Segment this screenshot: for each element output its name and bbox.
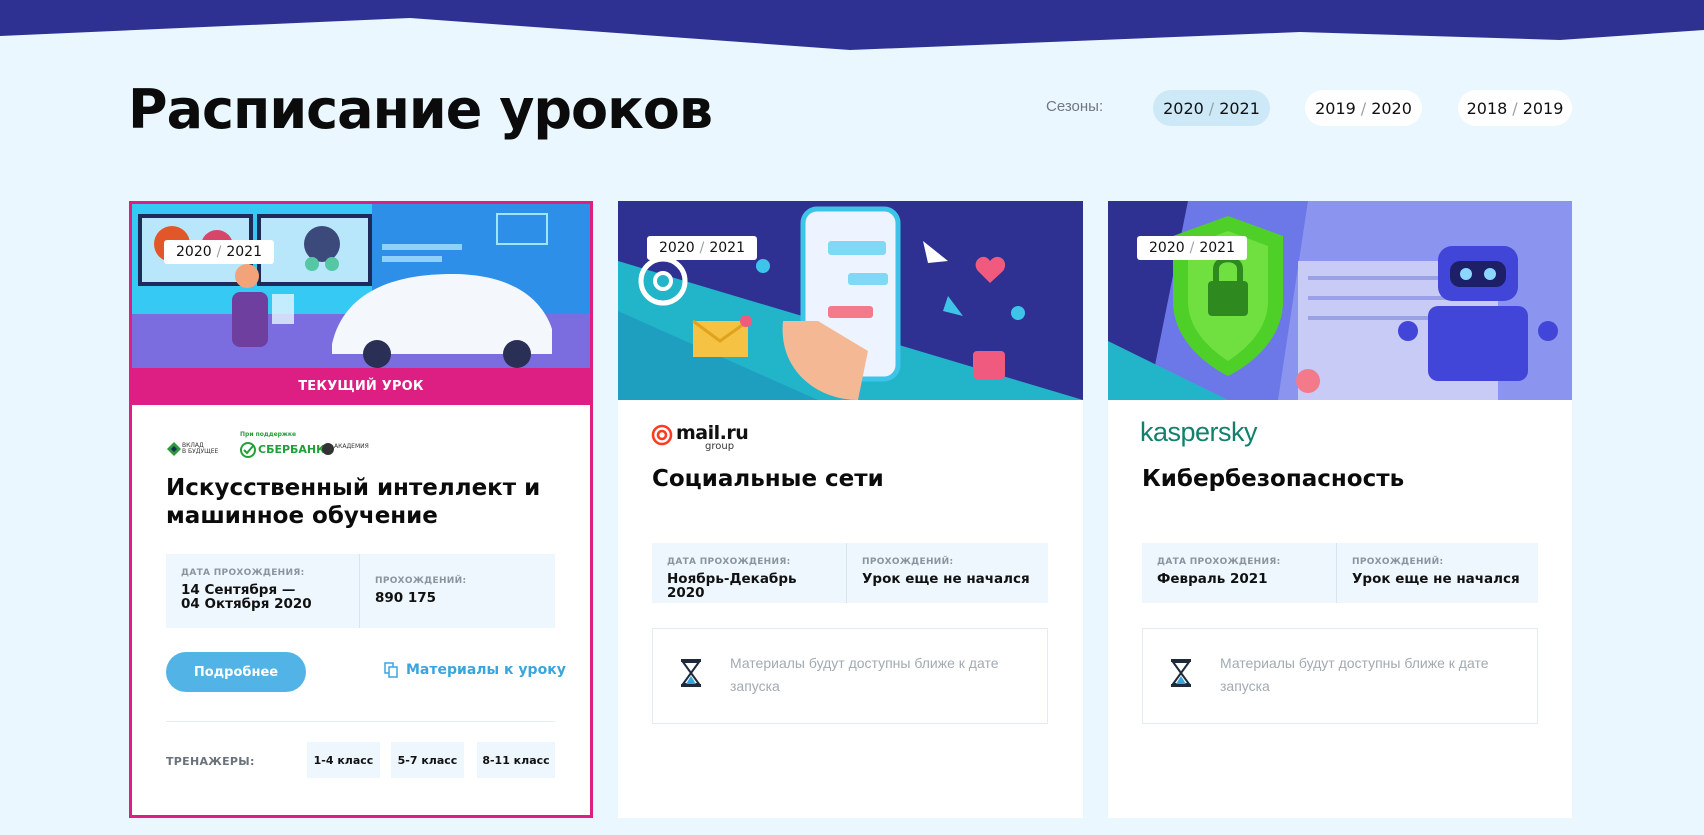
- lesson-card-cyber[interactable]: 2020/2021 kaspersky Кибербезопасность ДА…: [1108, 201, 1572, 818]
- lesson-illustration-ai: [132, 204, 590, 368]
- lesson-info-box: ДАТА ПРОХОЖДЕНИЯ: Февраль 2021 ПРОХОЖДЕН…: [1142, 543, 1538, 603]
- lesson-illustration-social: [618, 201, 1083, 400]
- lesson-title: Социальные сети: [652, 466, 884, 492]
- academy-logo-text: АКАДЕМИЯ: [334, 443, 369, 450]
- hourglass-icon: [681, 659, 701, 687]
- mailru-logo-subtext: group: [705, 441, 735, 452]
- date-label: ДАТА ПРОХОЖДЕНИЯ:: [181, 568, 305, 578]
- date-value-line1: 14 Сентября —: [181, 582, 296, 598]
- date-column: ДАТА ПРОХОЖДЕНИЯ: Февраль 2021: [1142, 543, 1337, 603]
- passes-label: ПРОХОЖДЕНИЙ:: [1352, 557, 1444, 567]
- date-value: Февраль 2021: [1157, 571, 1268, 587]
- kaspersky-logo: kaspersky: [1140, 417, 1258, 447]
- mailru-logo: mail.ru group: [650, 421, 750, 453]
- lesson-card-ai[interactable]: 2020/2021 ТЕКУЩИЙ УРОК ВКЛАД В БУДУЩЕЕ Пр…: [129, 201, 593, 818]
- date-column: ДАТА ПРОХОЖДЕНИЯ: 14 Сентября — 04 Октяб…: [166, 554, 360, 628]
- date-value-line2: 04 Октября 2020: [181, 596, 312, 612]
- current-lesson-bar: ТЕКУЩИЙ УРОК: [132, 368, 590, 405]
- season-badge: 2020/2021: [164, 240, 274, 264]
- passes-column: ПРОХОЖДЕНИЙ: Урок еще не начался: [1337, 543, 1535, 603]
- date-label: ДАТА ПРОХОЖДЕНИЯ:: [667, 557, 791, 567]
- sber-logo-text: СБЕРБАНК: [258, 443, 326, 456]
- page-title: Расписание уроков: [128, 78, 713, 141]
- sber-logo-icon: [240, 442, 256, 458]
- materials-pending-box: Материалы будут доступны ближе к дате за…: [1142, 628, 1538, 724]
- date-value: Ноябрь-Декабрь 2020: [667, 571, 797, 601]
- materials-pending-text: Материалы будут доступны ближе к дате за…: [1220, 655, 1489, 694]
- passes-label: ПРОХОЖДЕНИЙ:: [862, 557, 954, 567]
- more-details-button[interactable]: Подробнее: [166, 652, 306, 692]
- lesson-title: Искусственный интеллект и машинное обуче…: [166, 475, 541, 529]
- passes-value: 890 175: [375, 590, 437, 606]
- lesson-card-social[interactable]: 2020/2021 mail.ru group Социальные сети …: [618, 201, 1083, 818]
- date-label: ДАТА ПРОХОЖДЕНИЯ:: [1157, 557, 1281, 567]
- lesson-info-box: ДАТА ПРОХОЖДЕНИЯ: 14 Сентября — 04 Октяб…: [166, 554, 555, 628]
- materials-pending-text: Материалы будут доступны ближе к дате за…: [730, 655, 999, 694]
- at-sign-icon: [651, 424, 673, 446]
- card-divider: [166, 721, 555, 722]
- vklad-logo-text: ВКЛАД В БУДУЩЕЕ: [182, 442, 219, 455]
- season-button-2020-2021[interactable]: 2020/2021: [1153, 90, 1270, 126]
- lesson-title: Кибербезопасность: [1142, 466, 1405, 492]
- lesson-illustration-cyber: [1108, 201, 1572, 400]
- season-switcher: Сезоны: 2020/2021 2019/2020 2018/2019: [1046, 90, 1572, 126]
- passes-label: ПРОХОЖДЕНИЙ:: [375, 576, 467, 586]
- passes-column: ПРОХОЖДЕНИЙ: Урок еще не начался: [847, 543, 1045, 603]
- passes-value: Урок еще не начался: [1352, 571, 1520, 587]
- season-button-2018-2019[interactable]: 2018/2019: [1458, 90, 1572, 126]
- academy-logo-icon: [322, 443, 334, 455]
- vklad-logo-icon: [167, 442, 181, 456]
- header-wave: [0, 0, 1704, 50]
- copy-icon: [384, 662, 398, 678]
- seasons-label: Сезоны:: [1046, 98, 1104, 115]
- hourglass-icon: [1171, 659, 1191, 687]
- trainer-grade-5-7-button[interactable]: 5-7 класс: [391, 742, 464, 778]
- sponsor-logos: ВКЛАД В БУДУЩЕЕ При поддержке СБЕРБАНК АК…: [166, 429, 396, 463]
- date-column: ДАТА ПРОХОЖДЕНИЯ: Ноябрь-Декабрь 2020: [652, 543, 847, 603]
- lesson-materials-link[interactable]: Материалы к уроку: [384, 662, 566, 678]
- trainers-label: ТРЕНАЖЕРЫ:: [166, 755, 255, 768]
- season-badge: 2020/2021: [647, 236, 757, 260]
- lesson-info-box: ДАТА ПРОХОЖДЕНИЯ: Ноябрь-Декабрь 2020 ПР…: [652, 543, 1048, 603]
- passes-value: Урок еще не начался: [862, 571, 1030, 587]
- season-button-2019-2020[interactable]: 2019/2020: [1305, 90, 1422, 126]
- materials-pending-box: Материалы будут доступны ближе к дате за…: [652, 628, 1048, 724]
- season-badge: 2020/2021: [1137, 236, 1247, 260]
- passes-column: ПРОХОЖДЕНИЙ: 890 175: [360, 554, 481, 628]
- trainer-grade-8-11-button[interactable]: 8-11 класс: [477, 742, 555, 778]
- trainer-grade-1-4-button[interactable]: 1-4 класс: [307, 742, 380, 778]
- support-note: При поддержке: [240, 431, 297, 438]
